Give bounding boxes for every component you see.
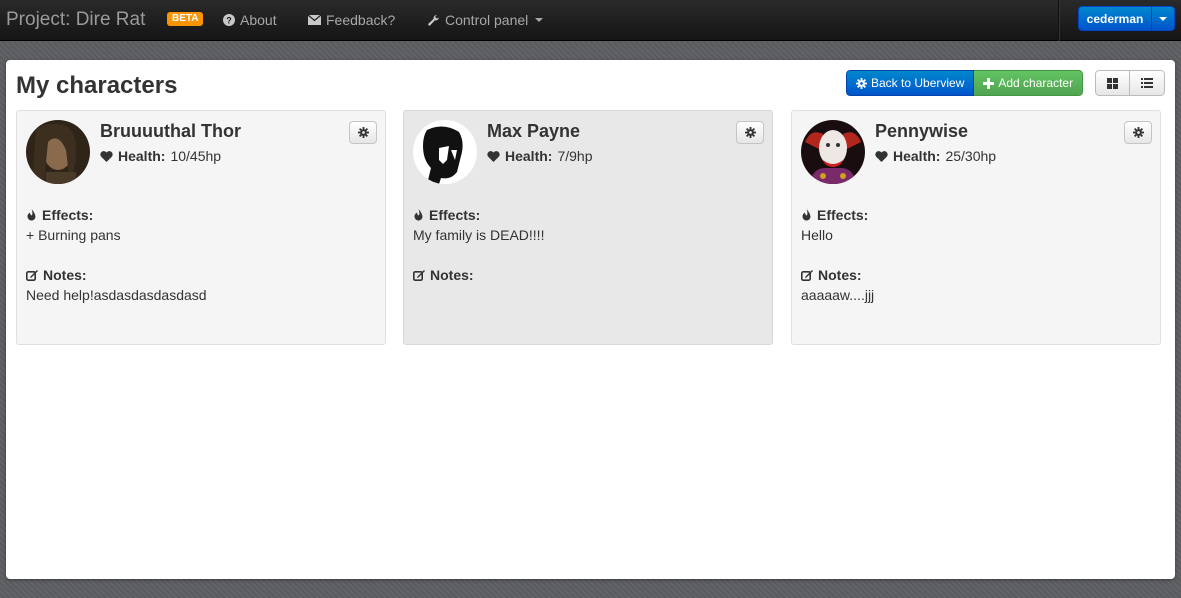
notes-text: aaaaaw....jjj bbox=[801, 287, 875, 303]
notes-label: Notes: bbox=[818, 267, 862, 283]
nav-about-label: About bbox=[240, 12, 277, 28]
character-name: Pennywise bbox=[875, 121, 969, 141]
user-menu-toggle[interactable] bbox=[1152, 7, 1174, 30]
effects-label: Effects: bbox=[42, 207, 94, 223]
nav-divider bbox=[1058, 0, 1059, 41]
list-icon bbox=[1141, 78, 1153, 88]
back-to-uberview-label: Back to Uberview bbox=[871, 76, 965, 90]
health-label: Health: bbox=[118, 148, 166, 164]
top-navbar: Project: Dire Rat BETA ? About Feedback?… bbox=[0, 0, 1181, 41]
health-label: Health: bbox=[505, 148, 553, 164]
character-settings-button[interactable] bbox=[349, 121, 377, 144]
nav-control-panel[interactable]: Control panel bbox=[427, 12, 544, 28]
gear-icon bbox=[856, 77, 867, 89]
gear-icon bbox=[744, 127, 756, 138]
health-value: 25/30hp bbox=[945, 148, 997, 164]
heart-icon bbox=[487, 150, 500, 162]
character-settings-button[interactable] bbox=[1124, 121, 1152, 144]
add-character-button[interactable]: Add character bbox=[974, 70, 1084, 96]
view-toggle-group bbox=[1095, 70, 1165, 96]
character-card[interactable]: Max Payne Health: 7/9hp Effects: My fami… bbox=[403, 110, 773, 345]
gear-icon bbox=[357, 127, 369, 138]
health-value: 7/9hp bbox=[557, 148, 593, 164]
avatar bbox=[413, 120, 477, 184]
beta-badge: BETA bbox=[167, 12, 204, 26]
wrench-icon bbox=[428, 14, 439, 26]
add-character-label: Add character bbox=[998, 76, 1074, 90]
nav-about[interactable]: ? About bbox=[223, 12, 277, 28]
fire-icon bbox=[27, 208, 36, 220]
nav-feedback[interactable]: Feedback? bbox=[308, 12, 395, 28]
avatar bbox=[26, 120, 90, 184]
effects-text: My family is DEAD!!!! bbox=[413, 227, 545, 243]
list-view-button[interactable] bbox=[1130, 70, 1165, 96]
fire-icon bbox=[802, 208, 811, 220]
health-value: 10/45hp bbox=[170, 148, 222, 164]
heart-icon bbox=[100, 150, 113, 162]
edit-icon bbox=[26, 270, 38, 281]
back-to-uberview-button[interactable]: Back to Uberview bbox=[846, 70, 975, 96]
edit-icon bbox=[801, 270, 813, 281]
character-name: Bruuuuthal Thor bbox=[100, 121, 241, 141]
caret-down-icon bbox=[1159, 16, 1167, 21]
character-card[interactable]: Pennywise Health: 25/30hp Effects: Hello… bbox=[791, 110, 1161, 345]
character-name: Max Payne bbox=[487, 121, 581, 141]
effects-text: + Burning pans bbox=[26, 227, 121, 243]
effects-label: Effects: bbox=[429, 207, 481, 223]
health-label: Health: bbox=[893, 148, 941, 164]
effects-heading: Effects: bbox=[413, 207, 480, 223]
fire-icon bbox=[414, 208, 423, 220]
notes-label: Notes: bbox=[43, 267, 87, 283]
effects-heading: Effects: bbox=[801, 207, 868, 223]
effects-label: Effects: bbox=[817, 207, 869, 223]
notes-text: Need help!asdasdasdasdasd bbox=[26, 287, 207, 303]
user-name[interactable]: cederman bbox=[1079, 7, 1152, 30]
heart-icon bbox=[875, 150, 888, 162]
main-panel: My characters Back to Uberview Add chara… bbox=[6, 60, 1175, 579]
health-row: Health: 10/45hp bbox=[100, 148, 221, 164]
effects-text: Hello bbox=[801, 227, 833, 243]
health-row: Health: 25/30hp bbox=[875, 148, 996, 164]
grid-view-button[interactable] bbox=[1095, 70, 1130, 96]
effects-heading: Effects: bbox=[26, 207, 93, 223]
action-buttons: Back to Uberview Add character bbox=[846, 70, 1084, 96]
nav-feedback-label: Feedback? bbox=[326, 12, 396, 28]
health-row: Health: 7/9hp bbox=[487, 148, 593, 164]
edit-icon bbox=[413, 270, 425, 281]
notes-heading: Notes: bbox=[413, 267, 474, 283]
character-card[interactable]: Bruuuuthal Thor Health: 10/45hp Effects:… bbox=[16, 110, 386, 345]
brand-title[interactable]: Project: Dire Rat bbox=[6, 9, 145, 31]
envelope-icon bbox=[308, 15, 321, 25]
notes-label: Notes: bbox=[430, 267, 474, 283]
svg-text:?: ? bbox=[226, 16, 232, 26]
question-icon: ? bbox=[223, 14, 235, 26]
nav-control-panel-label: Control panel bbox=[445, 12, 529, 28]
gear-icon bbox=[1132, 127, 1144, 138]
plus-icon bbox=[983, 77, 995, 89]
notes-heading: Notes: bbox=[26, 267, 87, 283]
user-menu-button[interactable]: cederman bbox=[1078, 6, 1175, 31]
avatar bbox=[801, 120, 865, 184]
caret-down-icon bbox=[535, 18, 544, 22]
page-title: My characters bbox=[16, 72, 178, 99]
character-settings-button[interactable] bbox=[736, 121, 764, 144]
notes-heading: Notes: bbox=[801, 267, 862, 283]
grid-icon bbox=[1107, 77, 1118, 89]
